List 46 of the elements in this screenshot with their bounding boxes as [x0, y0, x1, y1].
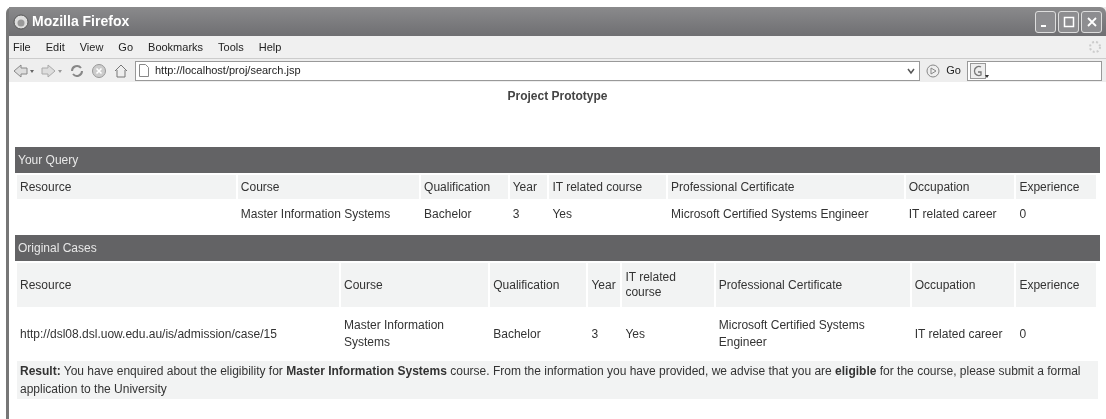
result-text: Result: You have enquired about the eligibility for Master Information Systems course. From the information you have provided, we advise that you are eligible for the course, please submit a formal application to the University — [17, 361, 1098, 399]
column-header: Resource — [17, 175, 236, 199]
menu-item[interactable]: Bookmarks — [148, 38, 204, 56]
page-icon — [139, 64, 149, 77]
address-field[interactable]: http://localhost/proj/search.jsp — [135, 60, 921, 81]
column-header: IT related course — [549, 175, 666, 199]
menu-item[interactable]: Tools — [218, 38, 244, 56]
column-header: IT related course — [622, 263, 714, 307]
column-header: Resource — [17, 263, 339, 307]
page-heading: Project Prototype — [506, 88, 609, 105]
home-icon[interactable] — [113, 62, 129, 79]
column-header: Professional Certificate — [715, 263, 910, 307]
close-icon — [1085, 15, 1098, 28]
minimize-button[interactable] — [1035, 10, 1056, 33]
menu-item[interactable]: View — [79, 38, 104, 56]
column-header: Course — [341, 263, 489, 307]
section-title-bar: Original Cases — [15, 235, 1100, 261]
forward-arrow-icon[interactable] — [41, 62, 63, 79]
menu-item[interactable]: Help — [258, 38, 282, 56]
column-header: Occupation — [905, 175, 1015, 199]
back-arrow-icon[interactable] — [13, 62, 35, 79]
section-title-bar: Your Query — [15, 147, 1100, 173]
menu-item[interactable]: Go — [118, 38, 134, 56]
column-header: Qualification — [421, 175, 508, 199]
column-header: Year — [588, 263, 621, 307]
menu-item[interactable]: File — [13, 38, 31, 56]
reload-icon[interactable] — [69, 62, 85, 79]
browser-logo-icon — [13, 13, 29, 30]
column-header: Professional Certificate — [668, 175, 904, 199]
search-field[interactable] — [967, 60, 1102, 81]
column-header: Experience — [1016, 263, 1096, 307]
column-header: Occupation — [911, 263, 1015, 307]
maximize-button[interactable] — [1058, 10, 1079, 33]
column-header: Year — [509, 175, 548, 199]
menu-item[interactable]: Edit — [45, 38, 65, 56]
column-header: Experience — [1016, 175, 1096, 199]
close-button[interactable] — [1081, 10, 1102, 33]
column-header: Course — [237, 175, 420, 199]
window-title: Mozilla Firefox — [32, 12, 130, 31]
minimize-icon — [1041, 24, 1046, 27]
throbber-icon — [1088, 40, 1102, 54]
column-header: Qualification — [490, 263, 587, 307]
go-button[interactable]: Go — [946, 62, 961, 79]
search-engine-icon[interactable] — [970, 62, 990, 79]
stop-icon[interactable] — [91, 62, 107, 79]
maximize-icon — [1062, 15, 1075, 28]
